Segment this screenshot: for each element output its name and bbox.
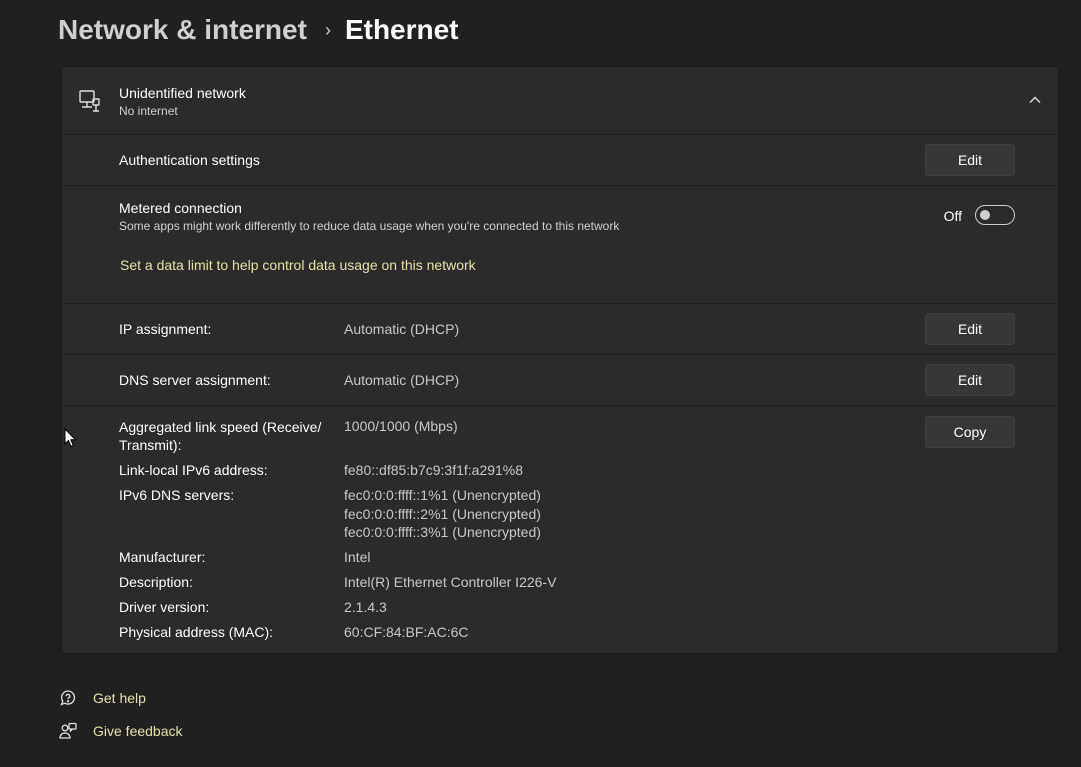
driver-version-label: Driver version: (119, 599, 210, 615)
driver-version-value: 2.1.4.3 (344, 599, 387, 615)
ipv6-dns-server-2: fec0:0:0:ffff::2%1 (Unencrypted) (344, 505, 541, 522)
metered-connection-row: Metered connection Some apps might work … (62, 185, 1058, 303)
authentication-edit-button[interactable]: Edit (925, 144, 1015, 176)
get-help-label: Get help (93, 690, 146, 706)
mac-address-label: Physical address (MAC): (119, 624, 274, 640)
authentication-settings-row: Authentication settings Edit (62, 134, 1058, 185)
feedback-icon (59, 722, 77, 739)
ipv6-address-value: fe80::df85:b7c9:3f1f:a291%8 (344, 462, 524, 478)
copy-button[interactable]: Copy (925, 416, 1015, 448)
ipv6-dns-server-3: fec0:0:0:ffff::3%1 (Unencrypted) (344, 524, 541, 540)
metered-toggle[interactable] (975, 205, 1015, 225)
ethernet-properties: Copy Aggregated link speed (Receive/ Tra… (62, 405, 1058, 653)
network-status: No internet (119, 104, 178, 118)
metered-toggle-state: Off (943, 208, 962, 224)
breadcrumb-separator: › (324, 19, 331, 40)
authentication-label: Authentication settings (119, 152, 260, 168)
page-title: Ethernet (344, 14, 459, 45)
network-header[interactable]: Unidentified network No internet (62, 67, 1058, 134)
ip-assignment-row: IP assignment: Automatic (DHCP) Edit (62, 303, 1058, 354)
ethernet-settings-card: Unidentified network No internet Authent… (61, 66, 1059, 654)
ip-assignment-label: IP assignment: (119, 321, 212, 337)
data-limit-link[interactable]: Set a data limit to help control data us… (120, 257, 476, 273)
ipv6-dns-server-1: fec0:0:0:ffff::1%1 (Unencrypted) (344, 487, 541, 503)
link-speed-label-line-2: Transmit): (119, 437, 182, 453)
link-speed-label: Aggregated link speed (Receive/ Transmit… (119, 418, 334, 454)
dns-assignment-row: DNS server assignment: Automatic (DHCP) … (62, 354, 1058, 405)
ip-assignment-value: Automatic (DHCP) (344, 321, 460, 337)
give-feedback-link[interactable]: Give feedback (59, 720, 183, 742)
dns-assignment-edit-button[interactable]: Edit (925, 364, 1015, 396)
mac-address-value: 60:CF:84:BF:AC:6C (344, 624, 469, 640)
ipv6-address-label: Link-local IPv6 address: (119, 462, 268, 478)
breadcrumb-parent[interactable]: Network & internet (58, 14, 307, 46)
ipv6-dns-label: IPv6 DNS servers: (119, 487, 235, 503)
breadcrumb: Network & internet › Ethernet (58, 12, 459, 48)
ethernet-computer-icon (79, 90, 100, 112)
description-value: Intel(R) Ethernet Controller I226-V (344, 574, 557, 590)
give-feedback-label: Give feedback (93, 723, 183, 739)
help-chat-icon (60, 690, 76, 706)
manufacturer-value: Intel (344, 549, 371, 565)
ip-assignment-edit-button[interactable]: Edit (925, 313, 1015, 345)
mouse-pointer-icon (64, 428, 77, 448)
toggle-knob (980, 210, 990, 220)
description-label: Description: (119, 574, 193, 590)
get-help-link[interactable]: Get help (59, 687, 146, 709)
dns-assignment-label: DNS server assignment: (119, 372, 271, 388)
network-name: Unidentified network (119, 85, 246, 101)
ipv6-dns-values: fec0:0:0:ffff::1%1 (Unencrypted) fec0:0:… (344, 486, 541, 542)
chevron-up-icon[interactable] (1028, 93, 1042, 107)
link-speed-value: 1000/1000 (Mbps) (344, 418, 458, 434)
metered-label: Metered connection (119, 200, 242, 216)
link-speed-label-line-1: Aggregated link speed (Receive/ (119, 419, 322, 435)
metered-description: Some apps might work differently to redu… (119, 219, 620, 233)
dns-assignment-value: Automatic (DHCP) (344, 372, 460, 388)
manufacturer-label: Manufacturer: (119, 549, 206, 565)
